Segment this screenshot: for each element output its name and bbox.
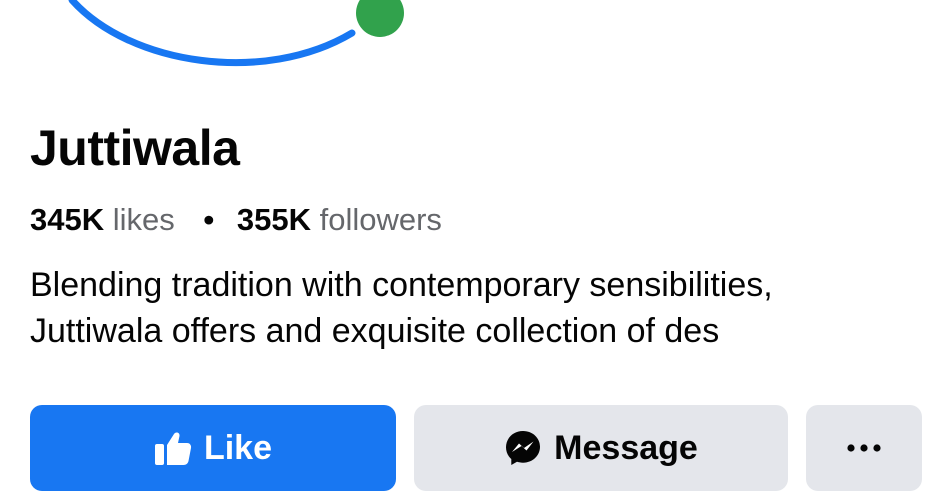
like-button-label: Like: [203, 428, 273, 467]
bio-line: Juttiwala offers and exquisite collectio…: [30, 312, 720, 350]
page-title: Juttiwala: [30, 120, 240, 176]
online-status-icon: [356, 0, 404, 37]
more-options-button[interactable]: [806, 405, 922, 491]
message-button[interactable]: Message: [414, 405, 788, 491]
profile-avatar-ring[interactable]: [0, 0, 420, 90]
messenger-icon: [504, 429, 542, 467]
page-stats: 345K likes • 355K followers: [30, 200, 442, 240]
story-ring-arc: [68, 0, 356, 67]
message-button-label: Message: [554, 428, 698, 467]
thumbs-up-icon: [154, 430, 192, 466]
followers-label[interactable]: followers: [320, 202, 442, 237]
like-button[interactable]: Like: [30, 405, 396, 491]
page-bio: Blending tradition with contemporary sen…: [30, 262, 930, 354]
page-header: Juttiwala 345K likes • 355K followers Bl…: [0, 0, 950, 500]
followers-count[interactable]: 355K: [237, 202, 311, 237]
bio-line: Blending tradition with contemporary sen…: [30, 266, 773, 304]
stats-separator: •: [203, 202, 215, 237]
more-horizontal-icon: [846, 443, 882, 453]
likes-count[interactable]: 345K: [30, 202, 104, 237]
likes-label[interactable]: likes: [113, 202, 175, 237]
